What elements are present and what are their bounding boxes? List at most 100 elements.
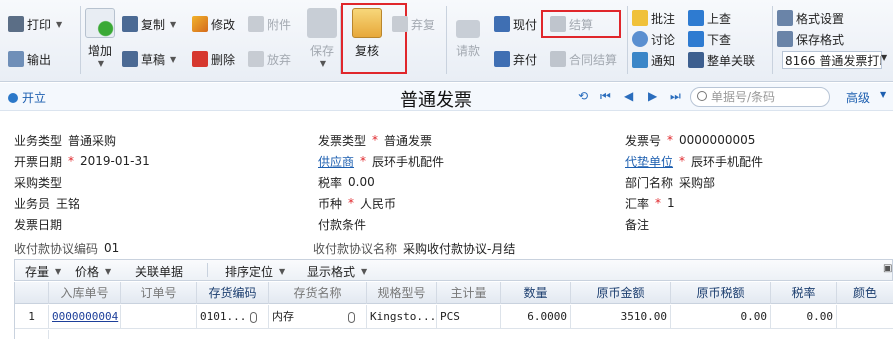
business-type-field[interactable]: 业务类型 普通采购 (14, 131, 116, 149)
prev-query-button[interactable]: 上查 (688, 9, 731, 27)
stock-button[interactable]: 存量 ▼ (25, 263, 61, 280)
title-bar: 开立 普通发票 ⟲ ⏮ ◀ ▶ ⏭ 单据号/条码 高级 ▼ (0, 83, 893, 111)
protocol-name-field[interactable]: 收付款协议名称 采购收付款协议-月结 (313, 239, 515, 257)
delete-icon (192, 51, 208, 67)
price-button[interactable]: 价格 ▼ (75, 263, 111, 280)
table-row[interactable]: 1 0000000004 0101... 内存 Kingsto... PCS 6… (15, 305, 893, 329)
chevron-down-icon: ▼ (881, 53, 888, 62)
col-order-no[interactable]: 订单号 (121, 282, 197, 304)
linked-docs-button[interactable]: 关联单据 (135, 263, 183, 280)
export-icon (8, 51, 24, 67)
sort-locate-button[interactable]: 排序定位 ▼ (225, 263, 285, 280)
advanced-search-link[interactable]: 高级 (846, 89, 870, 106)
paperclip-icon[interactable] (348, 311, 355, 323)
clerk-field[interactable]: 业务员 王铭 (14, 194, 80, 212)
search-input[interactable]: 单据号/条码 (690, 87, 830, 107)
next-record-icon[interactable]: ▶ (648, 89, 657, 103)
exchange-rate-field[interactable]: 汇率 * 1 (625, 194, 675, 212)
prev-record-icon[interactable]: ◀ (624, 89, 633, 103)
chevron-down-icon[interactable]: ▼ (880, 90, 886, 99)
whole-link-button[interactable]: 整单关联 (688, 51, 755, 69)
col-tax[interactable]: 原币税额 (671, 282, 771, 304)
quantity-cell[interactable]: 6.0000 (501, 305, 571, 329)
currency-field[interactable]: 币种 * 人民币 (318, 194, 396, 212)
invoice-date-field[interactable]: 开票日期 * 2019-01-31 (14, 152, 150, 170)
table-row[interactable] (15, 330, 893, 339)
next-query-button[interactable]: 下查 (688, 30, 731, 48)
supplier-field[interactable]: 供应商 * 辰环手机配件 (318, 152, 444, 170)
receipt-no-link[interactable]: 0000000004 (49, 305, 121, 329)
amount-cell[interactable]: 3510.00 (571, 305, 671, 329)
col-unit[interactable]: 主计量 (437, 282, 501, 304)
review-button[interactable]: 复核 (345, 8, 389, 59)
order-no-cell[interactable] (121, 305, 197, 329)
status-open[interactable]: 开立 (8, 89, 46, 106)
unit-cell[interactable]: PCS (437, 305, 501, 329)
save-format-button[interactable]: 保存格式 (777, 30, 844, 48)
abandon-pay-button[interactable]: 弃付 (494, 50, 537, 68)
abandon-review-icon (392, 16, 408, 32)
col-item-code[interactable]: 存货编码 (197, 282, 269, 304)
paperclip-icon (248, 16, 264, 32)
draft-icon (122, 51, 138, 67)
tax-cell[interactable]: 0.00 (671, 305, 771, 329)
clipboard-pencil-icon (352, 8, 382, 38)
col-receipt-no[interactable]: 入库单号 (49, 282, 121, 304)
add-button[interactable]: 增加 ▼ (78, 8, 122, 68)
dept-field[interactable]: 部门名称 采购部 (625, 173, 715, 191)
delete-button[interactable]: 删除 (192, 50, 235, 68)
status-dot-icon (8, 92, 18, 103)
purchase-type-field[interactable]: 采购类型 (14, 173, 62, 191)
col-color[interactable]: 颜色 (837, 282, 893, 304)
refresh-icon[interactable]: ⟲ (578, 89, 588, 103)
contract-settle-button[interactable]: 合同结算 (550, 50, 617, 68)
copy-button[interactable]: 复制 ▼ (122, 15, 176, 33)
print-button[interactable]: 打印 ▼ (8, 15, 62, 33)
display-format-button[interactable]: 显示格式 ▼ (307, 263, 367, 280)
paperclip-icon[interactable] (250, 311, 258, 323)
save-format-icon (777, 31, 793, 47)
item-code-cell[interactable]: 0101... (197, 305, 269, 329)
remark-field[interactable]: 备注 (625, 215, 649, 233)
tax-rate-field[interactable]: 税率 0.00 (318, 173, 375, 191)
abandon-review-button[interactable]: 弃复 (392, 15, 435, 33)
col-amount[interactable]: 原币金额 (571, 282, 671, 304)
discuss-button[interactable]: 讨论 (632, 30, 675, 48)
item-name-cell[interactable]: 内存 (269, 305, 367, 329)
settle-button[interactable]: 结算 (550, 15, 593, 33)
col-quantity[interactable]: 数量 (501, 282, 571, 304)
format-settings-button[interactable]: 格式设置 (777, 9, 844, 27)
attachment-button[interactable]: 附件 (248, 15, 291, 33)
invoice-lines-table: 入库单号 订单号 存货编码 存货名称 规格型号 主计量 数量 原币金额 原币税额… (14, 282, 893, 339)
request-payment-button[interactable]: 请款 (446, 8, 490, 59)
print-template-select[interactable]: 8166 普通发票打印 (782, 51, 882, 69)
bill-date-field[interactable]: 发票日期 (14, 215, 62, 233)
tax-rate-cell[interactable]: 0.00 (771, 305, 837, 329)
draft-button[interactable]: 草稿 ▼ (122, 50, 176, 68)
chevron-down-icon: ▼ (361, 267, 368, 276)
discard-button[interactable]: 放弃 (248, 50, 291, 68)
protocol-code-field[interactable]: 收付款协议编码 01 (14, 239, 119, 257)
invoice-type-field[interactable]: 发票类型 * 普通发票 (318, 131, 432, 149)
pay-terms-field[interactable]: 付款条件 (318, 215, 366, 233)
cash-pay-button[interactable]: 现付 (494, 15, 537, 33)
col-spec[interactable]: 规格型号 (367, 282, 437, 304)
last-record-icon[interactable]: ⏭ (670, 89, 681, 104)
contract-settle-icon (550, 51, 566, 67)
spec-cell[interactable]: Kingsto... (367, 305, 437, 329)
agent-field[interactable]: 代垫单位 * 辰环手机配件 (625, 152, 763, 170)
expand-grid-icon[interactable]: ▣ (883, 263, 892, 274)
annotate-icon (632, 10, 648, 26)
color-cell[interactable] (837, 305, 893, 329)
notify-button[interactable]: 通知 (632, 51, 675, 69)
export-button[interactable]: 输出 (8, 50, 51, 68)
discard-icon (248, 51, 264, 67)
col-item-name[interactable]: 存货名称 (269, 282, 367, 304)
copy-icon (122, 16, 138, 32)
col-tax-rate[interactable]: 税率 (771, 282, 837, 304)
first-record-icon[interactable]: ⏮ (600, 89, 611, 104)
modify-button[interactable]: 修改 (192, 15, 235, 33)
annotate-button[interactable]: 批注 (632, 9, 675, 27)
save-button[interactable]: 保存 ▼ (300, 8, 344, 68)
invoice-no-field[interactable]: 发票号 * 0000000005 (625, 131, 755, 149)
